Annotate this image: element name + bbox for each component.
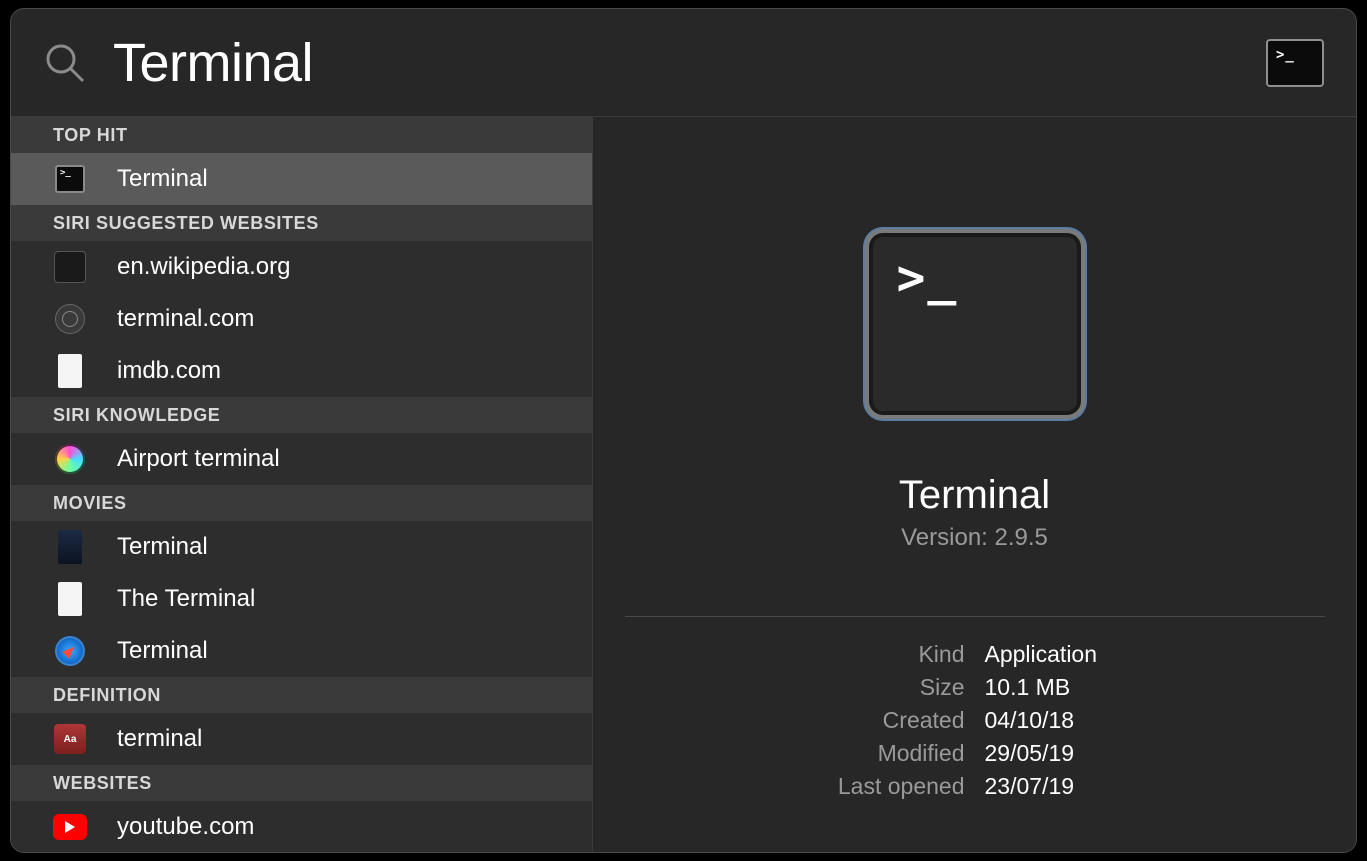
result-row[interactable]: terminal.com [11, 293, 592, 345]
result-row[interactable]: The Terminal [11, 573, 592, 625]
result-label: Terminal [117, 533, 208, 561]
preview-info-grid: Kind Application Size 10.1 MB Created 04/10/1… [615, 641, 1335, 800]
terminal-prompt-glyph: >_ [1276, 47, 1295, 63]
search-input[interactable] [113, 32, 1248, 94]
safari-icon [53, 634, 87, 668]
result-label: terminal.com [117, 305, 254, 333]
spotlight-window: >_ TOP HIT >_ Terminal SIRI SUGGESTED WEBSI… [10, 8, 1357, 853]
info-value: 29/05/19 [985, 740, 1335, 767]
poster-white-icon [53, 582, 87, 616]
info-key: Size [615, 674, 965, 701]
result-label: en.wikipedia.org [117, 253, 290, 281]
info-key: Modified [615, 740, 965, 767]
section-header: MOVIES [11, 485, 592, 521]
info-value: 23/07/19 [985, 773, 1335, 800]
terminal-icon: >_ [53, 162, 87, 196]
info-key: Kind [615, 641, 965, 668]
info-key: Created [615, 707, 965, 734]
content-area: TOP HIT >_ Terminal SIRI SUGGESTED WEBSITES… [11, 117, 1356, 852]
section-header: TOP HIT [11, 117, 592, 153]
result-label: Airport terminal [117, 445, 280, 473]
results-sidebar: TOP HIT >_ Terminal SIRI SUGGESTED WEBSITES… [11, 117, 593, 852]
result-label: terminal [117, 725, 202, 753]
result-label: Terminal [117, 637, 208, 665]
compass-icon [53, 302, 87, 336]
result-row[interactable]: >_ Terminal [11, 153, 592, 205]
result-row[interactable]: Aa terminal [11, 713, 592, 765]
result-label: Terminal [117, 165, 208, 193]
info-value: Application [985, 641, 1335, 668]
dictionary-icon: Aa [53, 722, 87, 756]
section-header: SIRI SUGGESTED WEBSITES [11, 205, 592, 241]
preview-divider [625, 616, 1325, 617]
result-label: youtube.com [117, 813, 254, 841]
result-label: imdb.com [117, 357, 221, 385]
terminal-prompt-glyph: >_ [897, 257, 1053, 300]
search-row: >_ [11, 9, 1356, 117]
youtube-icon [53, 810, 87, 844]
thumbnail-icon [53, 250, 87, 284]
result-row[interactable]: Terminal [11, 625, 592, 677]
section-header: WEBSITES [11, 765, 592, 801]
preview-app-version: Version: 2.9.5 [901, 524, 1048, 552]
info-value: 10.1 MB [985, 674, 1335, 701]
result-row[interactable]: imdb.com [11, 345, 592, 397]
poster-dark-icon [53, 530, 87, 564]
section-header: SIRI KNOWLEDGE [11, 397, 592, 433]
siri-icon [53, 442, 87, 476]
preview-app-name: Terminal [899, 473, 1050, 518]
section-header: DEFINITION [11, 677, 592, 713]
selected-result-thumbnail: >_ [1266, 39, 1324, 87]
result-label: The Terminal [117, 585, 255, 613]
info-key: Last opened [615, 773, 965, 800]
app-icon-large: >_ [865, 229, 1085, 419]
poster-white-icon [53, 354, 87, 388]
result-row[interactable]: en.wikipedia.org [11, 241, 592, 293]
preview-pane: >_ Terminal Version: 2.9.5 Kind Applicati… [593, 117, 1356, 852]
search-icon [43, 41, 87, 85]
result-row[interactable]: Terminal [11, 521, 592, 573]
result-row[interactable]: youtube.com [11, 801, 592, 852]
result-row[interactable]: Airport terminal [11, 433, 592, 485]
info-value: 04/10/18 [985, 707, 1335, 734]
